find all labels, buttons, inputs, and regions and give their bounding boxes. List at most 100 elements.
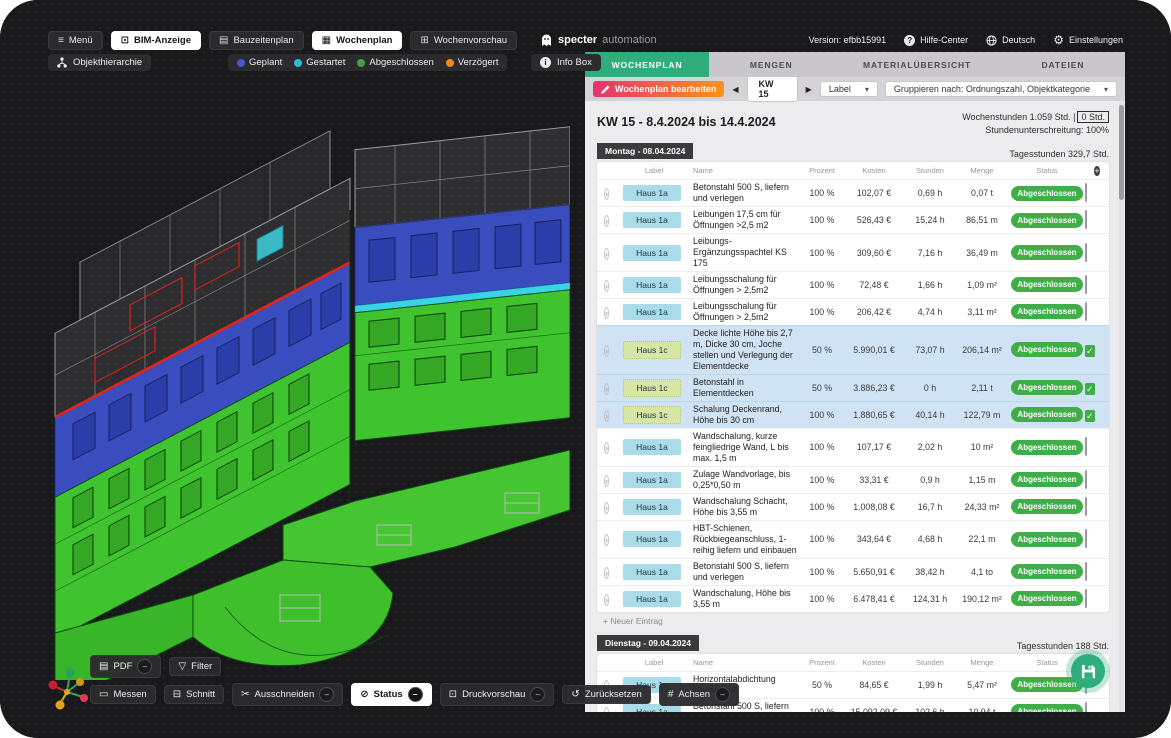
status-legend: GeplantGestartetAbgeschlossenVerzögert	[228, 54, 507, 71]
tool-option-badge[interactable]: –	[319, 687, 334, 702]
row-checkbox[interactable]: ✓	[1085, 345, 1095, 357]
row-checkbox[interactable]	[1085, 470, 1087, 489]
row-checkbox[interactable]: ✓	[1085, 383, 1095, 395]
row-checkbox[interactable]	[1085, 589, 1087, 608]
tool-option-badge[interactable]: –	[715, 687, 730, 702]
table-row[interactable]: › Haus 1a Leibungsschalung für Öffnungen…	[597, 271, 1109, 298]
menu-button[interactable]: ≡ Menü	[48, 31, 103, 50]
object-hierarchy-button[interactable]: Objekthierarchie	[48, 54, 151, 71]
settings-button[interactable]: ⚙ Einstellungen	[1053, 33, 1123, 47]
tab-materialübersicht[interactable]: MATERIALÜBERSICHT	[833, 52, 1001, 77]
nav-wochenvorschau[interactable]: ⊞Wochenvorschau	[410, 31, 517, 50]
tool-option-badge[interactable]: –	[137, 659, 152, 674]
expand-row-icon[interactable]: ›	[604, 410, 609, 422]
expand-row-icon[interactable]: ›	[604, 475, 609, 487]
table-row[interactable]: › Haus 1a Leibungen 17,5 cm für Öffnunge…	[597, 206, 1109, 233]
tab-wochenplan[interactable]: WOCHENPLAN	[585, 52, 709, 77]
chevron-down-icon: ▾	[865, 85, 869, 94]
expand-row-icon[interactable]: ›	[604, 188, 609, 200]
task-quantity: 1,15 m	[955, 475, 1009, 485]
row-checkbox[interactable]	[1085, 529, 1087, 548]
expand-row-icon[interactable]: ›	[604, 248, 609, 260]
language-button[interactable]: Deutsch	[986, 35, 1035, 46]
expand-row-icon[interactable]: ›	[604, 567, 609, 579]
table-row[interactable]: › Haus 1a HBT-Schienen, Rückbiegeanschlu…	[597, 520, 1109, 558]
messen-button[interactable]: ▭Messen	[90, 685, 156, 704]
filter-button[interactable]: ▽Filter	[169, 657, 221, 676]
menu-label: Menü	[69, 35, 93, 46]
new-entry-button[interactable]: + Neuer Eintrag	[597, 612, 1109, 630]
tab-dateien[interactable]: DATEIEN	[1001, 52, 1125, 77]
row-checkbox[interactable]	[1085, 437, 1087, 456]
legend-dot-icon	[294, 59, 302, 67]
building-model[interactable]	[25, 55, 570, 680]
row-checkbox[interactable]	[1085, 497, 1087, 516]
table-row[interactable]: › Haus 1a Betonstahl 500 S, liefern und …	[597, 558, 1109, 585]
expand-row-icon[interactable]: ›	[604, 307, 609, 319]
help-center-button[interactable]: ? Hilfe-Center	[904, 35, 968, 46]
table-row[interactable]: › Haus 1c Schalung Deckenrand, Höhe bis …	[597, 401, 1109, 428]
row-checkbox[interactable]: ✓	[1085, 410, 1095, 422]
expand-row-icon[interactable]: ›	[604, 280, 609, 292]
week-selector[interactable]: KW 15	[747, 76, 798, 102]
group-by-dropdown[interactable]: Gruppieren nach: Ordnungszahl, Objektkat…	[885, 81, 1117, 97]
table-row[interactable]: › Haus 1a Wandschalung, Höhe bis 3,55 m …	[597, 585, 1109, 612]
row-checkbox[interactable]	[1085, 302, 1087, 321]
ausschneiden-button[interactable]: ✂Ausschneiden–	[232, 683, 343, 706]
table-row[interactable]: › Haus 1a Leibungs-Ergänzungsspachtel KS…	[597, 233, 1109, 271]
expand-row-icon[interactable]: ›	[604, 594, 609, 606]
table-row[interactable]: › Haus 1a Wandschalung Schacht, Höhe bis…	[597, 493, 1109, 520]
nav-bim-anzeige[interactable]: ⊡BIM-Anzeige	[111, 31, 201, 50]
previous-week-button[interactable]: ◀	[731, 85, 739, 94]
info-box-button[interactable]: i Info Box	[531, 54, 601, 71]
expand-row-icon[interactable]: ›	[604, 345, 609, 357]
task-cost: 72,48 €	[843, 280, 905, 290]
legend-verzögert: Verzögert	[446, 57, 499, 68]
row-checkbox[interactable]	[1085, 275, 1087, 294]
expand-row-icon[interactable]: ›	[604, 707, 609, 712]
nav-bauzeitenplan[interactable]: ▤Bauzeitenplan	[209, 31, 304, 50]
expand-row-icon[interactable]: ›	[604, 502, 609, 514]
tab-mengen[interactable]: MENGEN	[709, 52, 833, 77]
scrollbar-thumb[interactable]	[1119, 105, 1124, 200]
status-button[interactable]: ⊘Status–	[351, 683, 431, 706]
label-filter-dropdown[interactable]: Label ▾	[820, 81, 878, 97]
expand-row-icon[interactable]: ›	[604, 383, 609, 395]
achsen-button[interactable]: #Achsen–	[659, 683, 739, 706]
expand-row-icon[interactable]: ›	[604, 442, 609, 454]
nav-wochenplan[interactable]: ▦Wochenplan	[312, 31, 403, 50]
table-row[interactable]: › Haus 1a Wandschalung, kurze feingliedr…	[597, 428, 1109, 466]
task-percent: 100 %	[801, 534, 843, 544]
save-button[interactable]	[1071, 654, 1105, 688]
row-checkbox[interactable]	[1085, 243, 1087, 262]
table-row[interactable]: › Haus 1a Leibungsschalung für Öffnungen…	[597, 298, 1109, 325]
pdf-button[interactable]: ▤PDF–	[90, 655, 161, 678]
status-badge: Abgeschlossen	[1011, 407, 1083, 422]
expand-row-icon[interactable]: ›	[604, 534, 609, 546]
day-badge: Montag - 08.04.2024	[597, 143, 693, 159]
row-checkbox[interactable]	[1085, 702, 1087, 712]
gear-icon: ⚙	[1053, 33, 1064, 47]
row-checkbox[interactable]	[1085, 562, 1087, 581]
task-hours: 4,74 h	[905, 307, 955, 317]
table-row[interactable]: › Haus 1a Zulage Wandvorlage, bis 0,25*0…	[597, 466, 1109, 493]
table-row[interactable]: › Haus 1c Decke lichte Höhe bis 2,7 m, D…	[597, 325, 1109, 374]
table-row[interactable]: › Haus 1a Betonstahl 500 S, liefern und …	[597, 179, 1109, 206]
expand-row-icon[interactable]: ›	[604, 215, 609, 227]
row-checkbox[interactable]	[1085, 183, 1087, 202]
add-entry-icon[interactable]: +	[1094, 166, 1099, 176]
schnitt-button[interactable]: ⊟Schnitt	[164, 685, 224, 704]
edit-wochenplan-button[interactable]: Wochenplan bearbeiten	[593, 81, 724, 97]
row-checkbox[interactable]	[1085, 210, 1087, 229]
druckvorschau-button[interactable]: ⊡Druckvorschau–	[440, 683, 555, 706]
label-chip: Haus 1a	[623, 185, 681, 201]
task-hours: 0,9 h	[905, 475, 955, 485]
task-cost: 1.880,65 €	[843, 410, 905, 420]
tool-option-badge[interactable]: –	[530, 687, 545, 702]
next-week-button[interactable]: ▶	[805, 85, 813, 94]
tool-option-badge[interactable]: –	[408, 687, 423, 702]
zurücksetzen-button[interactable]: ↺Zurücksetzen	[562, 685, 650, 704]
task-hours: 16,7 h	[905, 502, 955, 512]
label-chip: Haus 1c	[623, 406, 681, 424]
table-row[interactable]: › Haus 1c Betonstahl in Elementdecken 50…	[597, 374, 1109, 401]
